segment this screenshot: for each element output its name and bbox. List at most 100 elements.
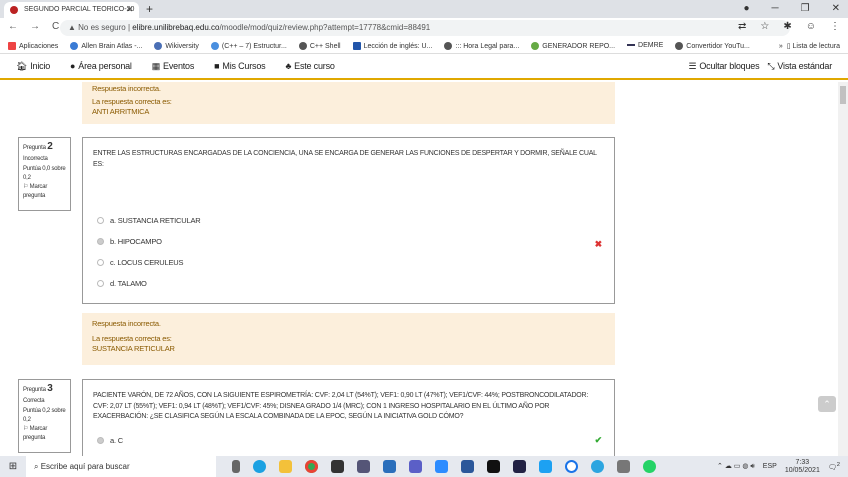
close-window-button[interactable]: ✕ bbox=[832, 0, 840, 18]
star-icon[interactable]: ☆ bbox=[760, 21, 769, 32]
nav-este-curso[interactable]: ♣ Este curso bbox=[285, 61, 334, 71]
nav-mis-cursos[interactable]: ■ Mis Cursos bbox=[214, 61, 265, 71]
windows-taskbar: ⊞ ⌕ Escribe aquí para buscar ⌃ ☁ ▭ ◍ 🔊︎ … bbox=[0, 456, 848, 477]
standard-view-button[interactable]: ⤡ Vista estándar bbox=[767, 61, 832, 72]
taskbar-search-input[interactable]: ⌕ Escribe aquí para buscar bbox=[26, 456, 216, 477]
radio-button bbox=[97, 280, 104, 287]
cortana-icon[interactable] bbox=[565, 460, 578, 473]
store-icon[interactable] bbox=[331, 460, 344, 473]
bookmark-item[interactable]: Aplicaciones bbox=[8, 41, 58, 50]
reload-button[interactable]: C bbox=[52, 21, 59, 32]
edge-icon[interactable] bbox=[253, 460, 266, 473]
back-button[interactable]: ← bbox=[8, 21, 18, 32]
nav-area-personal[interactable]: ● Área personal bbox=[70, 61, 132, 71]
option-d[interactable]: d. TALAMO bbox=[97, 279, 147, 288]
question-info-3: Pregunta 3 Correcta Puntúa 0,2 sobre 0,2… bbox=[18, 379, 71, 453]
tray-icons[interactable]: ⌃ ☁ ▭ ◍ 🔊︎ bbox=[717, 462, 755, 471]
warning-icon: ▲ bbox=[68, 23, 79, 32]
option-b[interactable]: b. HIPOCAMPO bbox=[97, 237, 162, 246]
minimize-button[interactable]: ─ bbox=[772, 0, 779, 18]
site-favicon-icon bbox=[10, 6, 18, 14]
zoom-icon[interactable] bbox=[435, 460, 448, 473]
radio-button bbox=[97, 238, 104, 245]
bookmark-item[interactable]: Lección de inglés: U... bbox=[352, 41, 432, 50]
question-state: Correcta bbox=[23, 398, 45, 404]
bookmark-item[interactable]: C++ Shell bbox=[298, 41, 341, 50]
browser-tab[interactable]: SEGUNDO PARCIAL TEORICO-20 ✕ bbox=[4, 2, 139, 18]
close-tab-icon[interactable]: ✕ bbox=[126, 2, 133, 18]
extensions-icon[interactable]: ✱ bbox=[783, 21, 791, 32]
question-score: Puntúa 0,0 sobre 0,2 bbox=[23, 166, 66, 181]
app-icon[interactable] bbox=[617, 460, 630, 473]
sitemap-icon: ♣ bbox=[285, 61, 292, 71]
search-icon: ⌕ bbox=[34, 462, 41, 471]
expand-icon: ⤡ bbox=[767, 60, 775, 71]
chrome-icon[interactable] bbox=[305, 460, 318, 473]
bookmark-item[interactable]: DEMRE bbox=[627, 42, 663, 49]
question-score: Puntúa 0,2 sobre 0,2 bbox=[23, 408, 66, 423]
maximize-button[interactable]: ❐ bbox=[801, 0, 810, 18]
option-a[interactable]: a. C bbox=[97, 436, 123, 445]
windows-start-icon[interactable]: ⊞ bbox=[0, 461, 26, 472]
page-scrollbar[interactable] bbox=[838, 82, 848, 456]
security-label: No es seguro bbox=[78, 23, 126, 32]
translate-icon[interactable]: ⇄ bbox=[738, 21, 746, 32]
new-tab-button[interactable]: + bbox=[146, 0, 153, 18]
task-view-icon[interactable] bbox=[232, 460, 240, 473]
nav-eventos[interactable]: ▦ Eventos bbox=[151, 60, 195, 72]
moodle-navbar: 🏠︎ Inicio ● Área personal ▦ Eventos ■ Mis Cu… bbox=[0, 54, 848, 80]
bookmark-item[interactable]: Wikiversity bbox=[154, 41, 199, 50]
tab-bar: SEGUNDO PARCIAL TEORICO-20 ✕ + ● ─ ❐ ✕ bbox=[0, 0, 848, 18]
hide-blocks-button[interactable]: ☰ Ocultar bloques bbox=[688, 61, 759, 72]
bookmark-item[interactable]: GENERADOR REPO... bbox=[531, 41, 615, 50]
word-icon[interactable] bbox=[461, 460, 474, 473]
back-to-top-button[interactable]: ⌃ bbox=[818, 396, 836, 412]
radio-button bbox=[97, 259, 104, 266]
feedback-q2: Respuesta incorrecta. La respuesta corre… bbox=[82, 313, 615, 365]
option-a[interactable]: a. SUSTANCIA RETICULAR bbox=[97, 216, 201, 225]
file-explorer-icon[interactable] bbox=[279, 460, 292, 473]
language-indicator[interactable]: ESP bbox=[763, 463, 777, 470]
netflix-icon[interactable] bbox=[487, 460, 500, 473]
url-input[interactable]: ▲ No es seguro | elibre.unilibrebaq.edu.… bbox=[60, 20, 790, 36]
flag-question-link[interactable]: ⚐ Marcar pregunta bbox=[23, 183, 66, 201]
question-text: PACIENTE VARÓN, DE 72 AÑOS, CON LA SIGUI… bbox=[93, 392, 589, 420]
bookmark-item[interactable]: (C++ – 7) Estructur... bbox=[210, 41, 287, 50]
list-icon: ☰ bbox=[688, 60, 697, 71]
feedback-q1: Respuesta incorrecta. La respuesta corre… bbox=[82, 82, 615, 124]
option-c[interactable]: c. LOCUS CERULEUS bbox=[97, 258, 183, 267]
notifications-icon[interactable]: 🗨︎2 bbox=[828, 462, 840, 471]
bookmark-item[interactable]: Convertidor YouTu... bbox=[675, 41, 750, 50]
nav-inicio[interactable]: 🏠︎ Inicio bbox=[16, 61, 50, 72]
reading-list-button[interactable]: » ▯ Lista de lectura bbox=[779, 42, 840, 50]
question-2: ENTRE LAS ESTRUCTURAS ENCARGADAS DE LA C… bbox=[82, 137, 615, 304]
question-info-2: Pregunta 2 Incorrecta Puntúa 0,0 sobre 0… bbox=[18, 137, 71, 211]
apps-grid-icon bbox=[8, 41, 16, 50]
twitter-icon[interactable] bbox=[539, 460, 552, 473]
home-icon: 🏠︎ bbox=[16, 60, 28, 71]
radio-button bbox=[97, 437, 104, 444]
app-icon[interactable] bbox=[357, 460, 370, 473]
bookmark-item[interactable]: Allen Brain Atlas -... bbox=[70, 41, 142, 50]
bookmark-item[interactable]: ::: Hora Legal para... bbox=[444, 41, 519, 50]
avatar[interactable]: ☺ bbox=[806, 21, 816, 32]
profile-icon[interactable]: ● bbox=[744, 0, 750, 18]
question-state: Incorrecta bbox=[23, 156, 48, 162]
radio-button bbox=[97, 217, 104, 224]
telegram-icon[interactable] bbox=[591, 460, 604, 473]
mail-icon[interactable] bbox=[383, 460, 396, 473]
quiz-review: Respuesta incorrecta. La respuesta corre… bbox=[0, 82, 838, 456]
calendar-icon: ▦ bbox=[151, 60, 161, 71]
url-host: elibre.unilibrebaq.edu.co bbox=[132, 23, 220, 32]
feedback-status: Respuesta incorrecta. bbox=[92, 84, 161, 93]
tab-title: SEGUNDO PARCIAL TEORICO-20 bbox=[24, 6, 135, 13]
flag-question-link[interactable]: ⚐ Marcar pregunta bbox=[23, 425, 66, 443]
menu-icon[interactable]: ⋮ bbox=[830, 21, 840, 32]
forward-button[interactable]: → bbox=[30, 21, 40, 32]
bookmarks-bar: Aplicaciones Allen Brain Atlas -... Wiki… bbox=[0, 38, 848, 54]
teams-icon[interactable] bbox=[409, 460, 422, 473]
clock[interactable]: 7:33 10/05/2021 bbox=[785, 459, 820, 475]
whatsapp-icon[interactable] bbox=[643, 460, 656, 473]
incorrect-icon: ✖ bbox=[594, 239, 603, 249]
app-icon[interactable] bbox=[513, 460, 526, 473]
